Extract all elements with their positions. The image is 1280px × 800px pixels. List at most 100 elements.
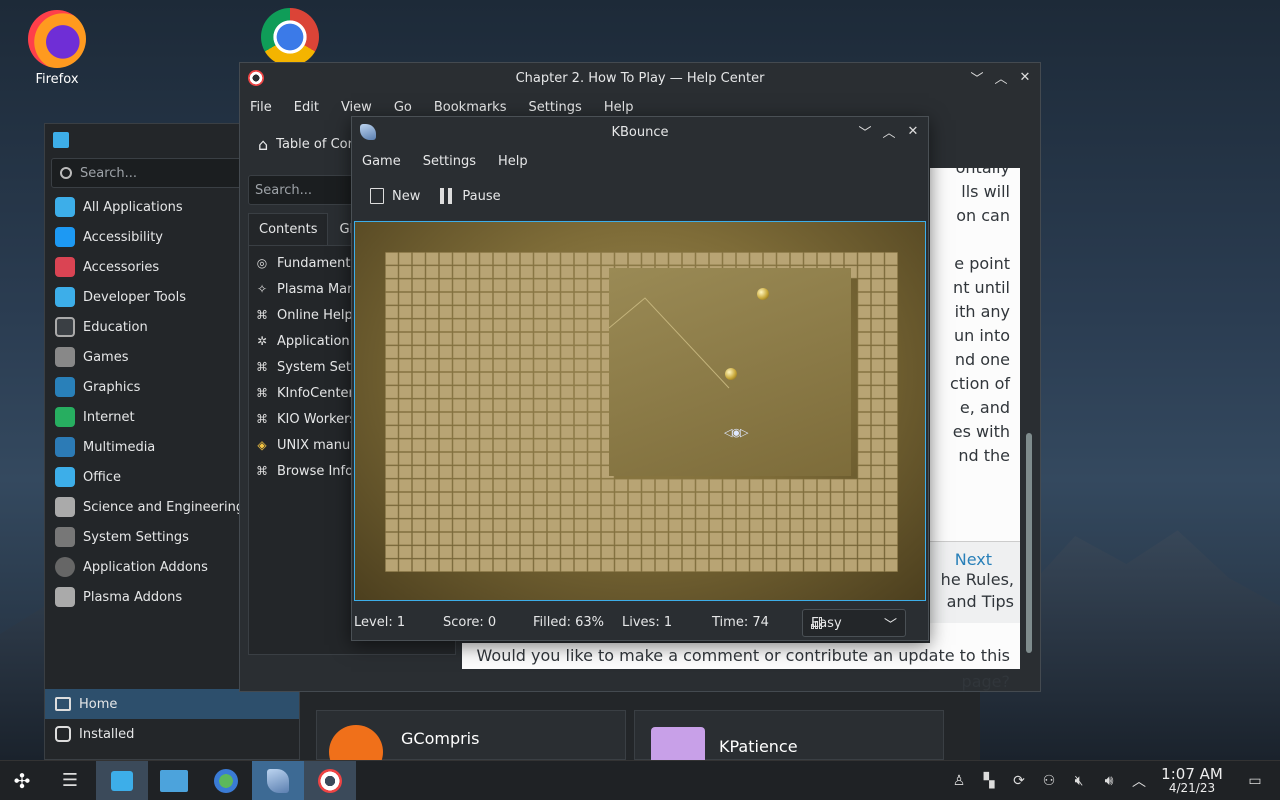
scrollbar[interactable] — [1026, 433, 1032, 653]
game-board[interactable]: ◁◉▷ — [354, 221, 926, 601]
menu-bookmarks[interactable]: Bookmarks — [434, 100, 507, 115]
color-picker-icon[interactable]: ▚ — [974, 773, 1004, 789]
wall-tile — [466, 425, 480, 439]
wall-tile — [803, 518, 817, 532]
wall-tile — [452, 425, 466, 439]
wall-tile — [452, 278, 466, 292]
wall-tile — [803, 492, 817, 506]
wall-tile — [412, 278, 426, 292]
comment-banner[interactable]: Would you like to make a comment or cont… — [462, 643, 1020, 691]
wall-tile — [479, 398, 493, 412]
app-card-gcompris[interactable]: GCompris — [316, 710, 626, 779]
minimize-icon[interactable]: ﹀ — [858, 123, 872, 141]
accessories-icon — [55, 257, 75, 277]
wall-tile — [547, 385, 561, 399]
minimize-icon[interactable]: ﹀ — [970, 69, 984, 87]
maximize-icon[interactable]: ︿ — [994, 69, 1008, 87]
wall-tile — [601, 252, 615, 266]
close-icon[interactable]: ✕ — [906, 123, 920, 139]
wall-tile — [425, 492, 439, 506]
user-icon[interactable]: ♙ — [944, 773, 974, 789]
wall-tile — [574, 332, 588, 346]
wall-tile — [614, 545, 628, 559]
wall-tile — [520, 438, 534, 452]
menu-help[interactable]: Help — [604, 100, 634, 115]
desktop-icon-label: Firefox — [35, 72, 79, 87]
wall-tile — [547, 265, 561, 279]
user-avatar-icon[interactable] — [53, 132, 69, 148]
close-icon[interactable]: ✕ — [1018, 69, 1032, 85]
network-icon[interactable]: ⚇ — [1034, 773, 1064, 789]
menu-settings[interactable]: Settings — [423, 154, 476, 169]
volume-icon[interactable]: 🔊︎ — [1094, 773, 1124, 789]
pause-button[interactable]: Pause — [440, 188, 501, 204]
wall-tile — [425, 305, 439, 319]
wall-tile — [857, 305, 871, 319]
wall-tile — [547, 438, 561, 452]
launcher-tab-home[interactable]: Home — [45, 689, 299, 719]
wall-tile — [398, 505, 412, 519]
wall-tile — [803, 545, 817, 559]
wall-tile — [776, 518, 790, 532]
wall-tile — [628, 518, 642, 532]
app-card-kpatience[interactable]: KPatience — [634, 710, 944, 767]
wall-tile — [803, 532, 817, 546]
kbounce-titlebar[interactable]: KBounce ﹀ ︿ ✕ — [352, 117, 928, 147]
toolbar-label: New — [392, 188, 421, 204]
wall-tile — [668, 545, 682, 559]
wall-tile — [614, 558, 628, 572]
task-browser[interactable] — [200, 761, 252, 800]
wall-tile — [385, 478, 399, 492]
wall-tile — [884, 305, 898, 319]
wall-tile — [398, 252, 412, 266]
task-help-center[interactable] — [304, 760, 356, 800]
menu-view[interactable]: View — [341, 100, 372, 115]
tab-contents[interactable]: Contents — [248, 213, 329, 245]
menu-help[interactable]: Help — [498, 154, 528, 169]
menu-go[interactable]: Go — [394, 100, 412, 115]
audio-muted-icon[interactable]: 🔇︎ — [1064, 773, 1094, 789]
launcher-tab-installed[interactable]: Installed — [45, 719, 299, 749]
next-link[interactable]: Next — [930, 542, 992, 569]
new-game-button[interactable]: New — [370, 188, 420, 204]
maximize-icon[interactable]: ︿ — [882, 123, 896, 141]
show-desktop-icon[interactable]: ▭ — [1230, 773, 1280, 789]
desktop-firefox-icon[interactable]: Firefox — [17, 10, 97, 87]
menu-edit[interactable]: Edit — [294, 100, 319, 115]
wall-tile — [398, 385, 412, 399]
wall-tile — [479, 452, 493, 466]
wall-tile — [547, 305, 561, 319]
wall-tile — [749, 558, 763, 572]
task-kbounce[interactable] — [252, 760, 304, 800]
wall-tile — [520, 292, 534, 306]
wall-tile — [452, 505, 466, 519]
wall-tile — [385, 505, 399, 519]
apps-icon — [55, 197, 75, 217]
task-dolphin[interactable] — [148, 761, 200, 800]
menu-settings[interactable]: Settings — [528, 100, 581, 115]
menu-file[interactable]: File — [250, 100, 272, 115]
desktop-chrome-icon[interactable] — [250, 8, 330, 70]
wall-tile — [736, 252, 750, 266]
update-icon[interactable]: ⟳ — [1004, 773, 1034, 789]
wall-tile — [871, 358, 885, 372]
menu-game[interactable]: Game — [362, 154, 401, 169]
wall-tile — [803, 252, 817, 266]
clock[interactable]: 1:07 AM 4/21/23 — [1154, 767, 1230, 796]
task-discover[interactable] — [96, 760, 148, 800]
wall-tile — [763, 558, 777, 572]
wall-tile — [884, 545, 898, 559]
home-icon: ⌂ — [258, 134, 269, 154]
difficulty-select[interactable]: Easy ﹀ — [802, 609, 906, 637]
expand-tray-icon[interactable]: ︿ — [1124, 771, 1154, 791]
wall-tile — [587, 465, 601, 479]
wall-tile — [412, 332, 426, 346]
app-launcher-button[interactable]: ✣ — [0, 761, 44, 800]
wall-tile — [533, 278, 547, 292]
task-system-settings[interactable]: ☰ — [44, 761, 96, 800]
wall-tile — [560, 452, 574, 466]
help-center-titlebar[interactable]: Chapter 2. How To Play — Help Center ﹀ ︿… — [240, 63, 1040, 93]
wall-tile — [587, 305, 601, 319]
wall-tile — [520, 345, 534, 359]
wall-tile — [466, 372, 480, 386]
